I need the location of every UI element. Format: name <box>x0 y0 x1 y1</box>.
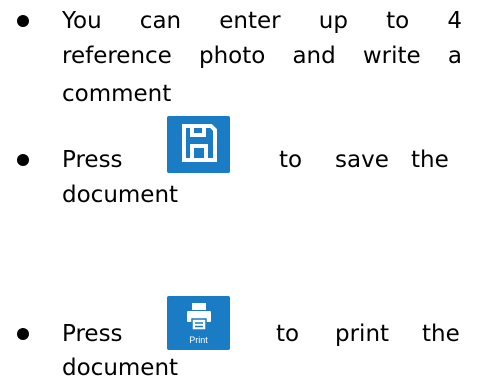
word: You <box>62 8 102 34</box>
bullet-dot <box>17 328 29 340</box>
word: comment <box>62 81 172 107</box>
action-word: the <box>422 321 460 347</box>
print-icon <box>187 303 211 331</box>
press-label: Press <box>62 147 123 173</box>
word: enter <box>219 8 281 34</box>
word: can <box>139 8 182 34</box>
bullet-dot <box>17 15 29 27</box>
text-line-1: You can enter up to 4 <box>62 5 462 37</box>
print-caption: Print <box>189 335 208 345</box>
press-label: Press <box>62 321 123 347</box>
print-button-illustration: Print <box>167 296 230 350</box>
continuation-line: document <box>62 182 179 208</box>
word: photo <box>198 43 266 69</box>
bullet-dot <box>17 154 29 166</box>
word: up <box>318 8 348 34</box>
word: reference <box>62 43 172 69</box>
action-word: save <box>335 147 389 173</box>
text-line-3: comment <box>62 78 462 110</box>
text-line-2: reference photo and write a <box>62 40 462 72</box>
save-icon <box>182 124 217 162</box>
action-word: print <box>335 321 390 347</box>
save-button-illustration <box>167 116 230 173</box>
action-word: to <box>276 321 300 347</box>
word: and <box>292 43 336 69</box>
continuation-line: document <box>62 355 179 381</box>
word: 4 <box>447 8 462 34</box>
word: to <box>386 8 410 34</box>
word: a <box>447 43 462 69</box>
action-word: the <box>411 147 449 173</box>
action-word: to <box>279 147 303 173</box>
word: write <box>362 43 421 69</box>
